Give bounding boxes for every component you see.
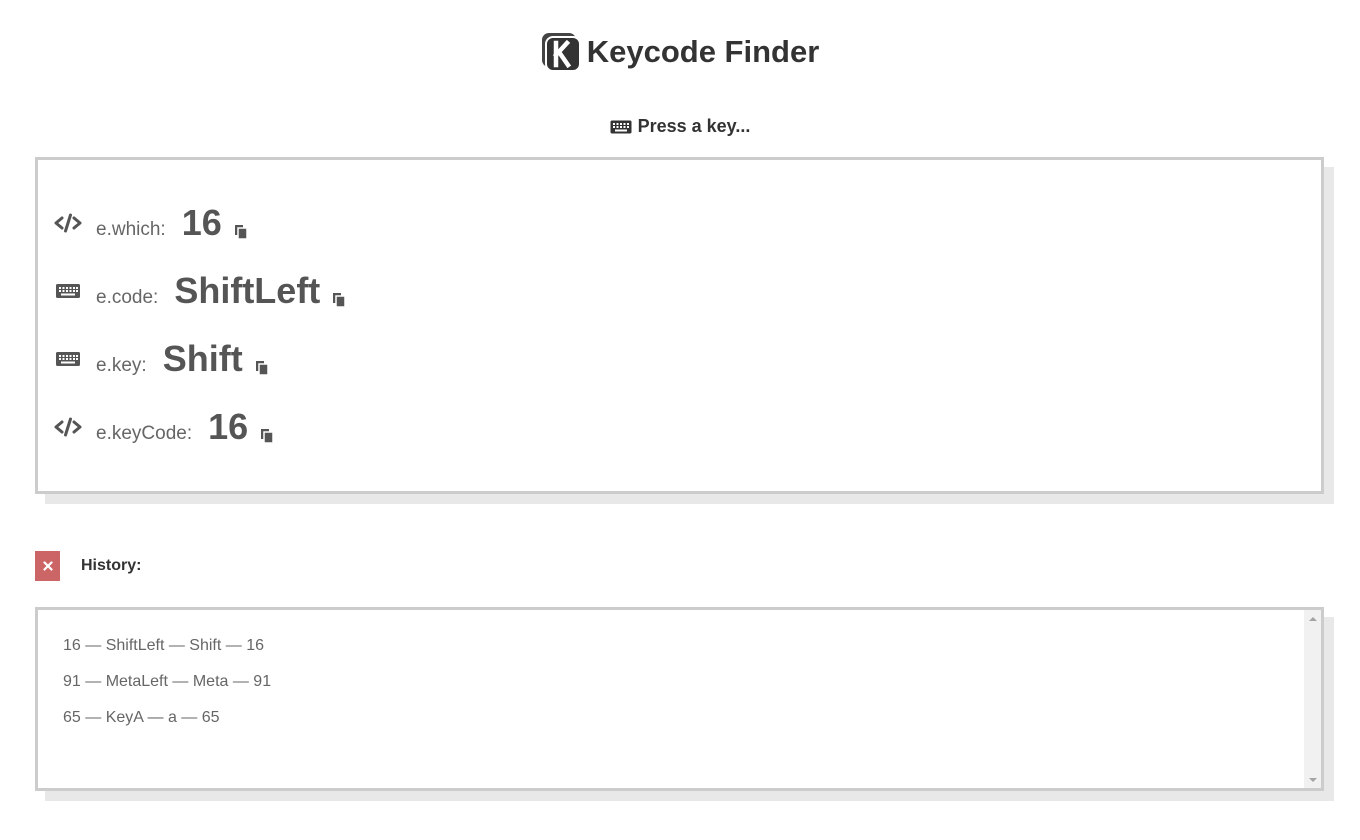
keyboard-icon	[56, 284, 80, 298]
which-label: e.which:	[96, 219, 166, 240]
key-value: Shift	[162, 338, 243, 379]
scroll-up-button[interactable]	[1304, 610, 1321, 627]
which-row: e.which: 16	[54, 202, 248, 244]
copy-icon[interactable]	[332, 292, 347, 308]
close-icon	[42, 561, 53, 571]
key-result-panel: e.which: 16 e.code: ShiftLeft e.key: Shi…	[35, 157, 1324, 494]
code-label: e.code:	[96, 287, 159, 308]
keycode-row: e.keyCode: 16	[54, 406, 274, 448]
code-row: e.code: ShiftLeft	[54, 270, 347, 312]
keycode-label: e.keyCode:	[96, 423, 193, 444]
clear-history-button[interactable]	[35, 551, 60, 581]
key-row: e.key: Shift	[54, 338, 269, 380]
history-scrollbar[interactable]	[1304, 610, 1321, 788]
press-key-prompt: Press a key...	[0, 116, 1360, 137]
prompt-text: Press a key...	[637, 116, 751, 136]
history-list: 16 — ShiftLeft — Shift — 16 91 — MetaLef…	[38, 610, 1321, 742]
code-icon	[54, 213, 82, 233]
code-icon	[54, 417, 82, 437]
code-value: ShiftLeft	[174, 270, 321, 311]
scroll-down-button[interactable]	[1304, 771, 1321, 788]
keycode-logo-icon	[541, 33, 581, 72]
app-header: Keycode Finder	[0, 28, 1360, 76]
history-item: 91 — MetaLeft — Meta — 91	[63, 673, 272, 690]
app-title: Keycode Finder	[586, 34, 820, 69]
history-panel: 16 — ShiftLeft — Shift — 16 91 — MetaLef…	[35, 607, 1324, 791]
keyboard-icon	[56, 352, 80, 366]
keycode-value: 16	[208, 406, 249, 447]
keyboard-icon	[610, 120, 632, 133]
which-value: 16	[181, 202, 222, 243]
copy-icon[interactable]	[260, 428, 274, 444]
history-item: 16 — ShiftLeft — Shift — 16	[63, 637, 264, 654]
scroll-down-arrow-icon	[1308, 777, 1317, 782]
history-header: History:	[35, 551, 141, 581]
scroll-up-arrow-icon	[1308, 616, 1317, 621]
key-label: e.key:	[96, 355, 147, 376]
copy-icon[interactable]	[255, 360, 269, 376]
history-label: History:	[81, 557, 142, 574]
history-item: 65 — KeyA — a — 65	[63, 709, 220, 726]
copy-icon[interactable]	[234, 224, 248, 240]
